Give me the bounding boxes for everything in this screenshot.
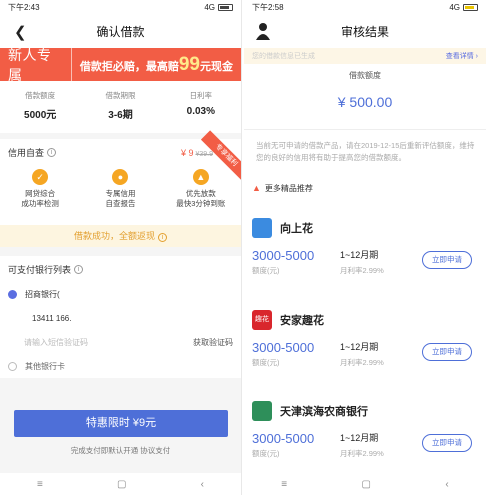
check-badge-icon: ✓ [32,169,49,185]
info-icon[interactable]: i [74,264,84,274]
reassess-note: 当前无可申请的借款产品，请在2019-12-15后重新评估额度，维持您的良好的信… [256,141,475,162]
old-price: ¥39.9 [195,151,213,158]
product-range: 3000-5000 [252,431,315,446]
nav-bar: 审核结果 [244,15,486,48]
cashback-notice[interactable]: 借款成功，全额返现 i [0,225,241,247]
other-bank-option[interactable]: 其他银行卡 [0,354,241,378]
product-range: 3000-5000 [252,340,315,355]
back-icon[interactable]: ‹ [445,479,448,490]
radio-unselected-icon[interactable] [8,361,17,371]
agreement-text[interactable]: 完成支付即默认开通 协议支付 [0,445,241,456]
system-nav: ≡ ▢ ‹ [0,473,241,495]
product-period: 1~12月期 [340,342,379,352]
battery-icon [463,4,478,11]
product-card[interactable]: 向上花 3000-5000 额度(元) 1~12月期 月利率2.99% 立即申请 [244,218,486,298]
promo-tag: 新人专属 [8,44,72,85]
home-icon[interactable]: ▢ [117,479,126,490]
back-icon[interactable]: ‹ [201,479,204,490]
stat-rate: 日利率 0.03% [186,91,215,117]
menu-icon[interactable]: ≡ [37,479,43,490]
product-card[interactable]: 天津滨海农商银行 3000-5000 额度(元) 1~12月期 月利率2.99%… [244,401,486,481]
page-title: 审核结果 [340,25,389,39]
promo-amount: 99 [178,53,200,75]
status-time: 下午2:43 [8,3,40,12]
product-rate: 月利率2.99% [340,266,384,275]
status-time: 下午2:58 [252,3,284,12]
amount-value: ¥ 500.00 [337,94,393,110]
apply-button[interactable]: 立即申请 [422,343,472,361]
left-screen: 下午2:43 4G ❮ 确认借款 新人专属 借款拒必赔，最高赔99元现金 借款额… [0,0,242,495]
stat-term: 借款期限 3-6期 [105,91,136,121]
product-name: 安家趣花 [280,315,324,327]
product-logo-icon [252,401,272,421]
promo-message: 借款拒必赔，最高赔99元现金 [79,53,233,75]
person-badge-icon: ● [112,169,129,185]
amount-label: 借款额度 [349,71,381,80]
bank-option-selected[interactable]: 招商银行( [0,282,241,306]
radio-selected-icon[interactable] [8,289,17,299]
product-name: 天津滨海农商银行 [280,406,368,418]
phone-number: 13411 166. [32,313,72,323]
banner-text: 您的借款信息已生成 [252,53,315,60]
approved-amount: 借款额度 ¥ 500.00 [244,64,486,130]
product-rate: 月利率2.99% [340,358,384,367]
info-banner: 您的借款信息已生成 查看详情 › [244,48,486,64]
product-name: 向上花 [280,223,313,235]
product-period: 1~12月期 [340,433,379,443]
product-range: 3000-5000 [252,248,315,263]
menu-icon[interactable]: ≡ [281,479,287,490]
product-logo-icon [252,218,272,238]
promo-banner[interactable]: 新人专属 借款拒必赔，最高赔99元现金 [0,44,241,85]
feature-item: ✓ 网贷综合 成功率检测 [0,165,80,225]
page-title: 确认借款 [96,25,145,39]
info-icon[interactable]: i [47,147,57,157]
pay-button[interactable]: 特惠限时 ¥9元 [14,410,228,437]
product-card[interactable]: 趣花 安家趣花 3000-5000 额度(元) 1~12月期 月利率2.99% … [244,310,486,390]
product-logo-icon: 趣花 [252,310,272,330]
credit-check-card[interactable]: 信用自查 i ¥ 9 ¥39.9 专享福利 ✓ 网贷综合 成功率检测 ● 专属信用 自查报告… [0,130,241,247]
credit-check-title: 信用自查 [8,147,45,158]
phone-row: 13411 166. [0,306,241,330]
flame-icon: ▲ [252,183,261,193]
status-bar: 下午2:43 4G [0,0,241,15]
get-code-button[interactable]: 获取验证码 [193,337,233,348]
sms-code-input[interactable]: 请输入短信验证码 [8,337,88,348]
recommend-header: ▲ 更多精品推荐 [252,183,313,193]
stat-amount: 借款额度 5000元 [24,91,57,121]
bank-name: 招商银行( [25,289,60,299]
feature-item: ▲ 优先放款 最快3分钟到账 [161,165,241,225]
status-bar: 下午2:58 4G [244,0,486,15]
home-icon[interactable]: ▢ [362,479,371,490]
view-details-link[interactable]: 查看详情 › [446,51,478,61]
right-screen: 下午2:58 4G 审核结果 您的借款信息已生成 查看详情 › 借款额度 ¥ 5… [244,0,486,495]
loan-stats: 借款额度 5000元 借款期限 3-6期 日利率 0.03% [0,81,241,133]
product-period: 1~12月期 [340,250,379,260]
credit-price: ¥ 9 ¥39.9 [180,148,213,158]
system-nav: ≡ ▢ ‹ [244,473,486,495]
user-avatar-icon[interactable] [256,22,270,40]
sms-code-row: 请输入短信验证码 获取验证码 [0,330,241,354]
apply-button[interactable]: 立即申请 [422,251,472,269]
feature-list: ✓ 网贷综合 成功率检测 ● 专属信用 自查报告 ▲ 优先放款 最快3分钟到账 [0,165,241,225]
rocket-badge-icon: ▲ [192,169,209,185]
back-arrow-icon[interactable]: ❮ [14,23,27,41]
apply-button[interactable]: 立即申请 [422,434,472,452]
battery-icon [218,4,233,11]
feature-item: ● 专属信用 自查报告 [80,165,160,225]
network-label: 4G [204,3,215,12]
bank-list-header: 可支付银行列表 i [0,256,241,282]
product-rate: 月利率2.99% [340,449,384,458]
nav-bar: ❮ 确认借款 [0,15,241,48]
info-icon[interactable]: i [158,233,167,242]
network-label: 4G [449,3,460,12]
